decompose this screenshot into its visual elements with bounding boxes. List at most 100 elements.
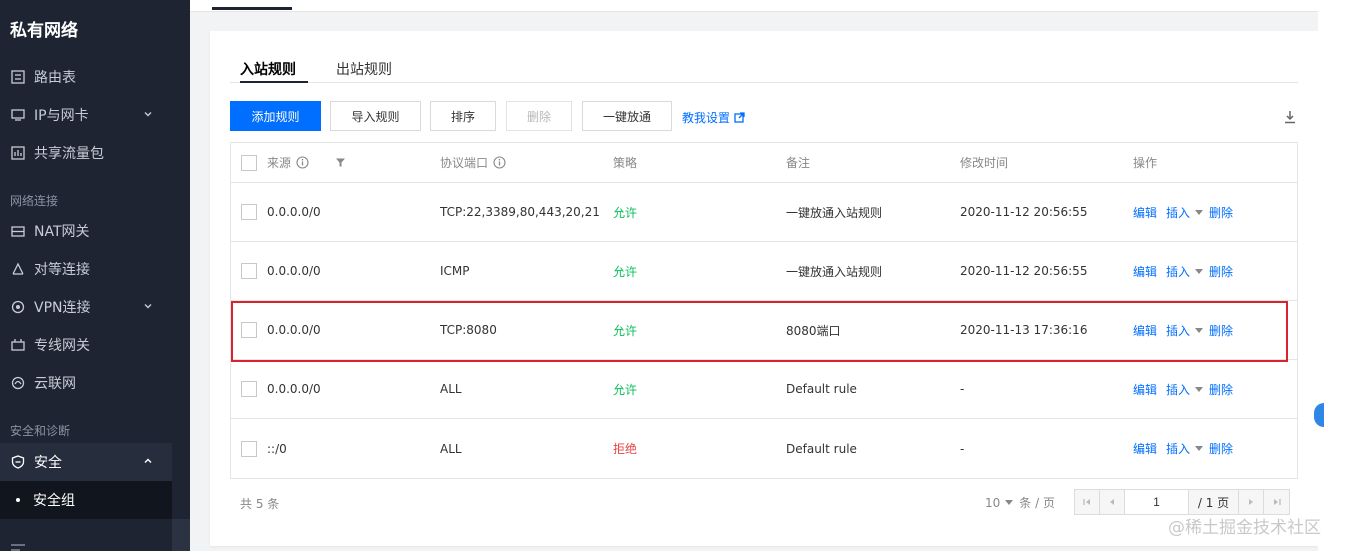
chevron-down-icon[interactable] — [1195, 209, 1204, 215]
cell-source: 0.0.0.0/0 — [267, 205, 321, 219]
filter-icon-wrap[interactable] — [335, 143, 346, 182]
delete-button[interactable]: 删除 — [506, 101, 572, 131]
download-icon[interactable] — [1283, 109, 1297, 124]
insert-link[interactable]: 插入 — [1166, 381, 1190, 398]
help-setup-label: 教我设置 — [682, 111, 731, 125]
edit-link[interactable]: 编辑 — [1133, 381, 1157, 398]
column-header-label: 协议端口 — [440, 156, 489, 170]
cell-policy: 拒绝 — [613, 442, 638, 456]
sidebar-item-ip-network-card[interactable]: IP与网卡 — [0, 96, 172, 134]
cell-actions: 编辑 插入 删除 — [1133, 419, 1233, 478]
chevron-down-icon[interactable] — [1195, 446, 1204, 451]
last-page-button[interactable] — [1264, 490, 1289, 514]
sidebar: 私有网络 路由表 IP与网卡 共享流量包 网络连接 NAT网关 对等连接 VPN… — [0, 0, 190, 551]
sidebar-item-security[interactable]: 安全 — [0, 443, 172, 481]
page-size-unit: 条 / 页 — [1019, 496, 1055, 510]
add-rule-button[interactable]: 添加规则 — [230, 101, 321, 131]
network-card-icon — [10, 107, 26, 123]
sort-button[interactable]: 排序 — [430, 101, 496, 131]
sidebar-title: 私有网络 — [10, 21, 78, 41]
sidebar-item-security-group[interactable]: 安全组 — [0, 481, 172, 519]
edit-link[interactable]: 编辑 — [1133, 263, 1157, 280]
info-icon[interactable] — [493, 156, 506, 169]
table-row: 0.0.0.0/0 TCP:22,3389,80,443,20,21 允许 一键放通入… — [231, 183, 1297, 242]
chevron-down-icon[interactable] — [1195, 268, 1204, 274]
tab-outbound[interactable]: 出站规则 — [336, 59, 392, 79]
sidebar-item-shared-traffic[interactable]: 共享流量包 — [0, 134, 172, 172]
column-header-time: 修改时间 — [960, 156, 1009, 170]
sidebar-item-direct-connect[interactable]: 专线网关 — [0, 326, 172, 364]
traffic-package-icon — [10, 145, 26, 161]
import-rule-button[interactable]: 导入规则 — [330, 101, 421, 131]
delete-link[interactable]: 删除 — [1209, 440, 1233, 457]
insert-link[interactable]: 插入 — [1166, 263, 1190, 280]
column-header-policy: 策略 — [613, 156, 638, 170]
sidebar-item-peering[interactable]: 对等连接 — [0, 250, 172, 288]
sidebar-item-label: 安全组 — [33, 493, 75, 509]
app-root: 私有网络 路由表 IP与网卡 共享流量包 网络连接 NAT网关 对等连接 VPN… — [0, 0, 1347, 551]
chevron-down-icon — [142, 108, 154, 120]
vpn-icon — [10, 299, 26, 315]
next-page-button[interactable] — [1239, 490, 1264, 514]
edit-link[interactable]: 编辑 — [1133, 204, 1157, 221]
delete-link[interactable]: 删除 — [1209, 263, 1233, 280]
page-size-select[interactable]: 10 条 / 页 — [985, 494, 1055, 511]
first-page-button[interactable] — [1075, 490, 1100, 514]
delete-link[interactable]: 删除 — [1209, 381, 1233, 398]
cell-note: Default rule — [786, 441, 857, 456]
sidebar-item-route-table[interactable]: 路由表 — [0, 58, 172, 96]
ccn-icon — [10, 375, 26, 391]
info-icon[interactable] — [296, 156, 309, 169]
top-tab-active-indicator — [212, 7, 292, 10]
insert-link[interactable]: 插入 — [1166, 440, 1190, 457]
rules-card: 入站规则 出站规则 添加规则 导入规则 排序 删除 一键放通 教我设置 来源 协… — [210, 31, 1318, 546]
sidebar-item-nat-gateway[interactable]: NAT网关 — [0, 212, 172, 250]
select-all-checkbox[interactable] — [241, 154, 257, 171]
sidebar-item-vpn[interactable]: VPN连接 — [0, 288, 172, 326]
collapse-menu-icon[interactable] — [10, 538, 26, 551]
floating-help-tab[interactable] — [1314, 403, 1324, 427]
page-number-input[interactable] — [1125, 490, 1189, 514]
rule-direction-tabs: 入站规则 出站规则 — [230, 55, 1298, 83]
row-checkbox[interactable] — [241, 263, 257, 279]
last-page-icon — [1273, 499, 1281, 505]
sidebar-item-ccn[interactable]: 云联网 — [0, 364, 172, 402]
top-tab-strip — [190, 0, 1318, 12]
sidebar-item-label: IP与网卡 — [34, 108, 89, 124]
first-page-icon — [1083, 499, 1090, 505]
direct-connect-icon — [10, 337, 26, 353]
table-row: 0.0.0.0/0 ALL 允许 Default rule - 编辑 插入 删除 — [231, 360, 1297, 419]
right-edge-panel — [1318, 0, 1347, 551]
cell-note: Default rule — [786, 382, 857, 396]
shield-icon — [10, 454, 26, 470]
sidebar-item-label: 对等连接 — [34, 262, 90, 278]
sidebar-item-label: 专线网关 — [34, 338, 90, 354]
delete-link[interactable]: 删除 — [1209, 204, 1233, 221]
edit-link[interactable]: 编辑 — [1133, 440, 1157, 457]
cell-port: ALL — [440, 441, 462, 456]
cell-policy: 允许 — [613, 264, 638, 279]
sidebar-item-label: 共享流量包 — [34, 146, 104, 162]
chevron-down-icon[interactable] — [1195, 386, 1204, 392]
table-row: ::/0 ALL 拒绝 Default rule - 编辑 插入 删除 — [231, 419, 1297, 478]
sidebar-item-label: NAT网关 — [34, 224, 90, 240]
watermark: @稀土掘金技术社区 — [1168, 518, 1321, 538]
help-setup-link[interactable]: 教我设置 — [682, 109, 745, 126]
tab-inbound[interactable]: 入站规则 — [240, 59, 296, 79]
pagination: / 1 页 — [1074, 489, 1290, 515]
cell-actions: 编辑 插入 删除 — [1133, 183, 1233, 241]
prev-page-button[interactable] — [1100, 490, 1125, 514]
row-checkbox[interactable] — [241, 440, 257, 457]
open-all-button[interactable]: 一键放通 — [582, 101, 672, 131]
sidebar-item-label: 路由表 — [34, 70, 76, 86]
peering-icon — [10, 261, 26, 277]
row-checkbox[interactable] — [241, 204, 257, 220]
filter-icon[interactable] — [335, 157, 346, 168]
insert-link[interactable]: 插入 — [1166, 204, 1190, 221]
row-checkbox[interactable] — [241, 381, 257, 397]
sidebar-group-security: 安全和诊断 — [10, 424, 71, 438]
cell-note: 一键放通入站规则 — [786, 205, 883, 220]
cell-time: - — [960, 441, 965, 456]
total-count: 共 5 条 — [240, 497, 280, 511]
sidebar-scrollbar[interactable] — [172, 519, 190, 551]
